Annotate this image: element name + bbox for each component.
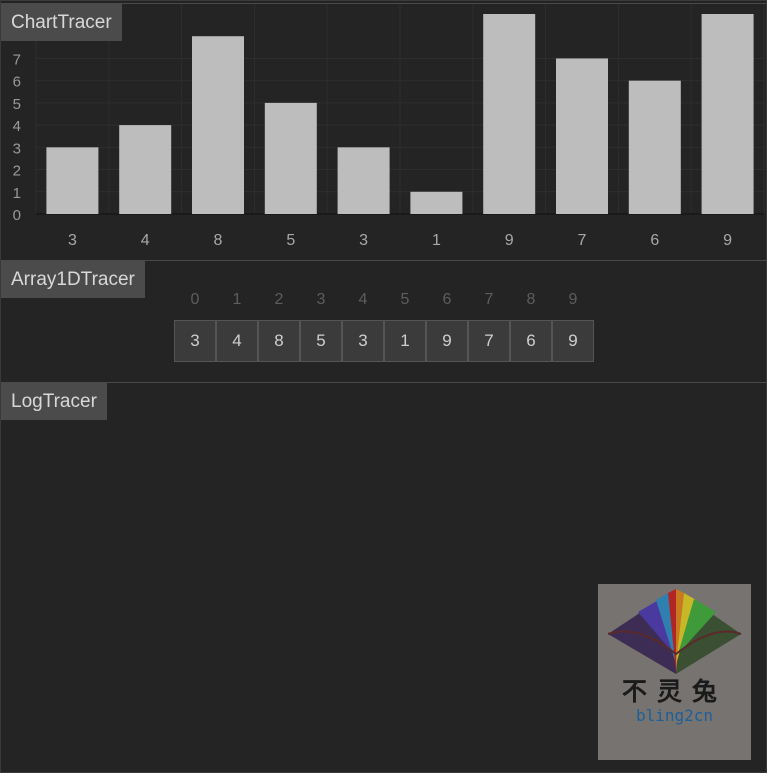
bar [556, 58, 608, 214]
watermark-logo: 不灵兔 bling2cn [598, 584, 751, 760]
bar [410, 191, 463, 214]
y-tick-label: 5 [13, 96, 21, 113]
x-tick-label: 7 [578, 232, 587, 249]
y-tick-label: 4 [13, 118, 21, 135]
chart-tracer-title: ChartTracer [1, 4, 122, 41]
visualizer-app: 012345673485319769 ChartTracer 031428354… [0, 0, 767, 773]
y-tick-label: 2 [13, 163, 21, 180]
chart-tracer-panel: 0 1 2 3 4 5 6 7 3 4 8 5 3 1 9 7 6 9 ChartTracer [1, 3, 766, 260]
array-cell: 5 [300, 320, 342, 362]
x-tick-label: 3 [68, 232, 77, 249]
array1d-tracer-panel: 03142835435169778699 Array1DTracer [1, 260, 766, 382]
x-tick-label: 3 [359, 232, 368, 249]
bar [46, 147, 99, 214]
array-index-label: 5 [400, 291, 410, 308]
y-tick-label: 0 [13, 207, 21, 224]
y-tick-label: 6 [13, 74, 21, 91]
array-cell: 3 [342, 320, 384, 362]
array-index-label: 8 [526, 291, 536, 308]
array-index-label: 1 [232, 291, 242, 308]
y-tick-label: 1 [13, 185, 21, 202]
array-cell: 8 [258, 320, 300, 362]
array-index-label: 0 [190, 291, 200, 308]
x-tick-label: 9 [505, 232, 514, 249]
x-tick-label: 8 [214, 232, 223, 249]
x-tick-label: 9 [723, 232, 732, 249]
bar-chart: 0 1 2 3 4 5 6 7 3 4 8 5 3 1 9 7 6 9 [13, 4, 765, 249]
array-index-label: 7 [484, 291, 494, 308]
array-cell: 9 [426, 320, 468, 362]
y-tick-label: 7 [13, 51, 21, 68]
log-tracer-panel: LogTracer 不灵兔 bling2cn [1, 382, 766, 772]
array-index-label: 6 [442, 291, 452, 308]
bar [483, 14, 536, 214]
bar [264, 102, 317, 214]
array-cell: 3 [174, 320, 216, 362]
array-cell: 9 [552, 320, 594, 362]
array-cell: 6 [510, 320, 552, 362]
array-index-label: 3 [316, 291, 326, 308]
array-cell: 7 [468, 320, 510, 362]
array-index-label: 9 [568, 291, 578, 308]
y-tick-label: 3 [13, 140, 21, 157]
bar [701, 14, 754, 214]
array1d-tracer-title: Array1DTracer [1, 261, 145, 298]
array-cell: 4 [216, 320, 258, 362]
bar [628, 80, 681, 215]
watermark-latin-text: bling2cn [635, 706, 714, 725]
x-tick-label: 5 [286, 232, 295, 249]
kite-icon [607, 589, 742, 674]
x-tick-label: 6 [650, 232, 659, 249]
bar [192, 36, 244, 214]
watermark-cjk-text: 不灵兔 [621, 677, 727, 706]
bar [119, 125, 172, 214]
array-index-label: 2 [274, 291, 284, 308]
log-tracer-title: LogTracer [1, 383, 107, 420]
bar [337, 147, 390, 214]
array-index-label: 4 [358, 291, 368, 308]
x-tick-label: 1 [432, 232, 441, 249]
x-tick-label: 4 [141, 232, 150, 249]
array-cell: 1 [384, 320, 426, 362]
